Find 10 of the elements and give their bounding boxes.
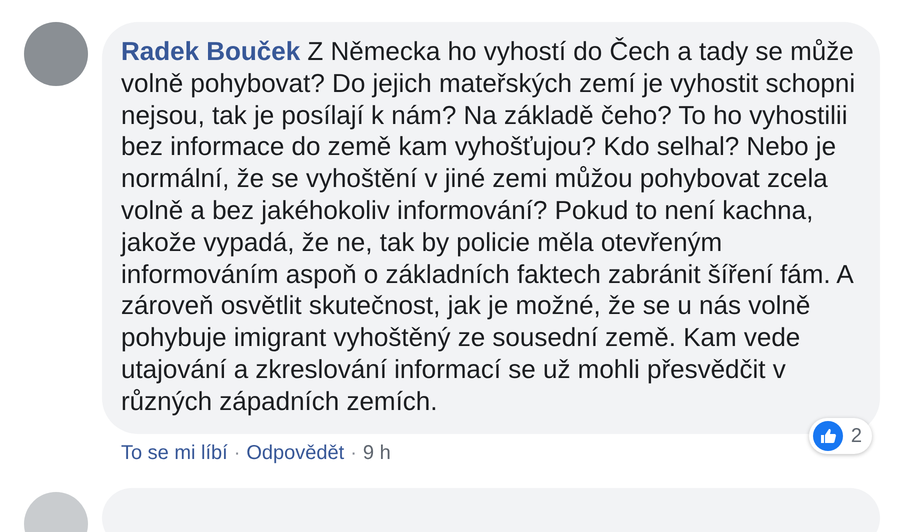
reaction-badge[interactable]: 2 [808, 418, 872, 454]
reaction-count: 2 [850, 424, 862, 449]
action-link[interactable]: Odpovědět [246, 438, 344, 468]
thumbs-up-icon [812, 420, 843, 451]
action-link[interactable]: To se mi líbí [121, 438, 228, 468]
separator-dot: · [349, 440, 358, 466]
author-link[interactable]: Radek Bouček [121, 36, 300, 66]
separator-dot: · [232, 440, 242, 466]
comment-text: Radek Bouček Z Německa ho vyhostí do Čech a tady se může volně pohybovat? Do jejich mateřských zemí je vyhostit schopni nejsou, tak je posílají k nám? Na základě čeho? To ho vyhostilii bez informace do země kam vyhošťujou? Kdo selhal? Nebo je normální, že se vyhoštění v jiné zemi můžou pohybovat zcela volně a bez jakéhokoliv informování? Pokud to není kachna, jakože vypadá, že ne, tak by policie měla otevřeným informováním aspoň o základních faktech zabránit šíření fám. A zároveň osvětlit skutečnost, jak je možné, že se u nás volně pohybuje imigrant vyhoštěný ze sousední země. Kam vede utajování a zkreslování informací se už mohli přesvědčit v různých západních zemích. [121, 36, 856, 418]
timestamp[interactable]: 9 h [362, 438, 391, 468]
